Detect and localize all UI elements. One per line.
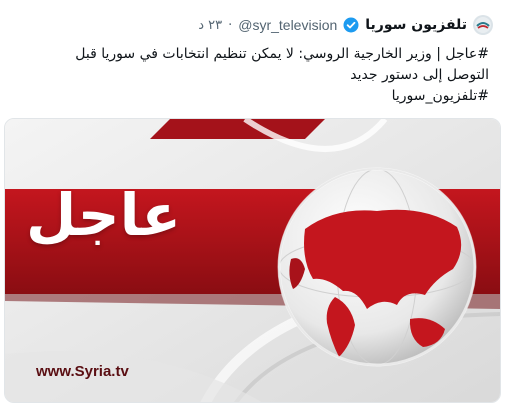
tweet-line-1: #عاجل | وزير الخارجية الروسي: لا يمكن تن… bbox=[75, 46, 489, 62]
verified-badge-icon bbox=[343, 17, 359, 33]
tweet-card[interactable]: تلفزيون سوريا @syr_television · ٢٣ د #عا… bbox=[0, 0, 505, 408]
site-url-watermark: www.Syria.tv bbox=[36, 363, 129, 380]
tweet-line-2: التوصل إلى دستور جديد bbox=[350, 67, 489, 83]
hashtag-link[interactable]: #تلفزيون_سوريا bbox=[19, 86, 489, 107]
breaking-news-graphic bbox=[5, 119, 500, 402]
timestamp[interactable]: ٢٣ د bbox=[198, 18, 222, 33]
display-name[interactable]: تلفزيون سوريا bbox=[365, 17, 467, 33]
breaking-banner-label: عاجل bbox=[26, 181, 181, 249]
tweet-media-image[interactable] bbox=[4, 118, 501, 403]
tweet-header: تلفزيون سوريا @syr_television · ٢٣ د bbox=[198, 14, 493, 36]
user-handle[interactable]: @syr_television bbox=[238, 17, 337, 33]
separator-dot: · bbox=[228, 17, 233, 33]
syria-tv-logo-icon bbox=[475, 17, 491, 33]
tweet-text: #عاجل | وزير الخارجية الروسي: لا يمكن تن… bbox=[19, 44, 489, 107]
avatar[interactable] bbox=[473, 15, 493, 35]
